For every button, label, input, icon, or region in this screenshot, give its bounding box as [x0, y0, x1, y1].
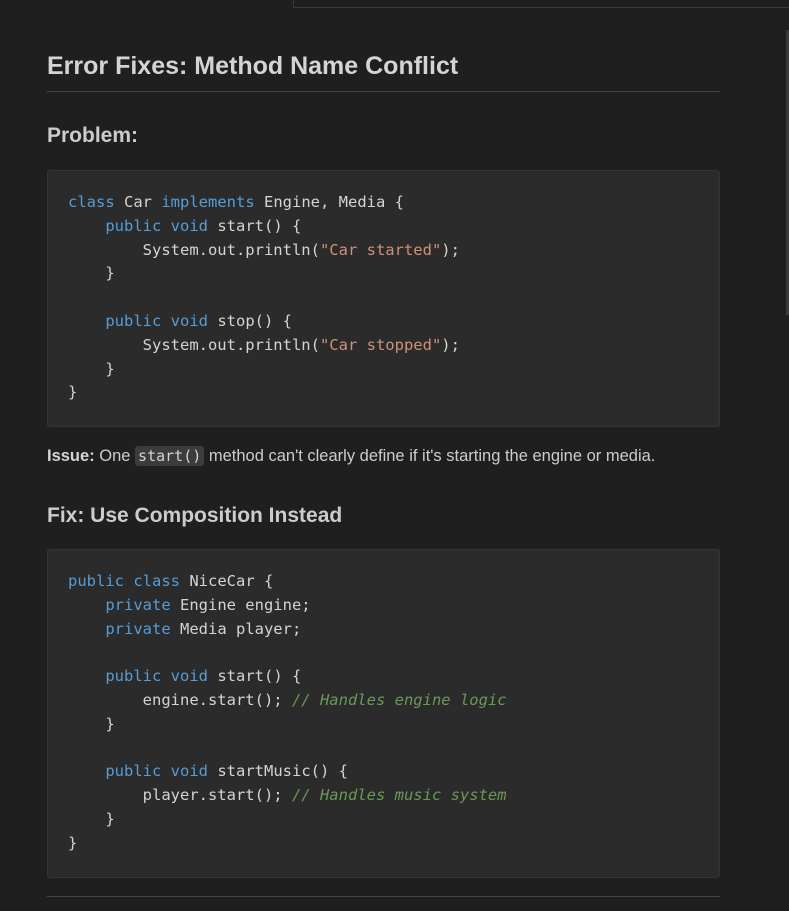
code-string: "Car started": [319, 240, 442, 259]
fix-code-block: public class NiceCar { private Engine en…: [47, 549, 720, 878]
issue-text-before: One: [94, 447, 136, 465]
code-text: Media player;: [170, 619, 302, 638]
code-line: private Media player;: [68, 620, 301, 638]
code-keyword: public: [105, 216, 162, 235]
problem-code-block: class Car implements Engine, Media { pub…: [47, 170, 720, 427]
page-title: Error Fixes: Method Name Conflict: [47, 52, 459, 80]
code-text: startMusic() {: [208, 762, 348, 781]
code-text: player.start();: [68, 786, 292, 805]
code-line: }: [68, 809, 115, 828]
code-keyword: class: [68, 193, 115, 211]
top-panel-edge: [293, 0, 789, 8]
code-line: public class NiceCar {: [68, 572, 273, 590]
code-text: System.out.println(: [68, 335, 320, 354]
issue-label: Issue:: [47, 447, 95, 465]
code-keyword: public: [105, 667, 162, 686]
code-text: Engine, Media {: [254, 193, 404, 211]
code-comment: // Handles engine logic: [291, 690, 507, 709]
code-text: }: [68, 264, 115, 283]
code-keyword: void: [170, 762, 208, 781]
code-keyword: implements: [161, 193, 255, 211]
code-line: }: [68, 834, 77, 852]
code-text: Car: [114, 193, 162, 211]
code-text: }: [68, 833, 78, 852]
code-keyword: void: [170, 311, 208, 330]
fix-code: public class NiceCar { private Engine en…: [68, 570, 699, 856]
code-line: }: [68, 714, 115, 733]
code-line: System.out.println("Car stopped");: [68, 336, 460, 354]
code-keyword: private: [105, 619, 171, 638]
code-line: engine.start(); // Handles engine logic: [68, 691, 507, 709]
code-keyword: void: [170, 216, 208, 235]
bottom-divider: [47, 896, 720, 897]
code-line: public void start() {: [68, 667, 301, 685]
code-text: engine.start();: [68, 690, 292, 709]
problem-code: class Car implements Engine, Media { pub…: [68, 191, 699, 405]
code-line: private Engine engine;: [68, 595, 311, 614]
code-string: "Car stopped": [319, 335, 442, 354]
code-line: public void startMusic() {: [68, 762, 348, 780]
code-line: player.start(); // Handles music system: [68, 786, 507, 804]
fix-heading: Fix: Use Composition Instead: [47, 504, 343, 527]
code-keyword: private: [105, 595, 171, 614]
code-text: start() {: [208, 216, 302, 235]
code-line: public void stop() {: [68, 312, 292, 330]
code-keyword: class: [133, 572, 181, 590]
code-comment: // Handles music system: [291, 786, 507, 805]
code-text: NiceCar {: [180, 572, 274, 590]
code-text: stop() {: [208, 311, 292, 330]
code-keyword: public: [68, 572, 124, 590]
code-line: }: [68, 383, 77, 401]
code-line: public void start() {: [68, 217, 301, 235]
problem-heading: Problem:: [47, 124, 139, 147]
issue-text-after: method can't clearly define if it's star…: [204, 447, 656, 465]
code-text: }: [68, 359, 115, 378]
code-line: class Car implements Engine, Media {: [68, 193, 404, 211]
code-text: start() {: [208, 667, 302, 686]
code-text: }: [68, 714, 115, 733]
code-keyword: public: [105, 311, 162, 330]
code-keyword: void: [170, 667, 208, 686]
code-line: }: [68, 264, 115, 283]
issue-paragraph: Issue: One start() method can't clearly …: [47, 446, 656, 466]
code-text: );: [441, 335, 460, 354]
title-divider: [47, 91, 720, 92]
code-text: }: [68, 383, 78, 402]
code-line: }: [68, 359, 115, 378]
code-line: System.out.println("Car started");: [68, 241, 460, 259]
code-text: System.out.println(: [68, 240, 320, 259]
code-text: Engine engine;: [170, 595, 311, 614]
code-keyword: public: [105, 762, 162, 781]
code-text: }: [68, 809, 115, 828]
code-text: );: [441, 240, 460, 259]
inline-code-start: start(): [135, 446, 205, 466]
